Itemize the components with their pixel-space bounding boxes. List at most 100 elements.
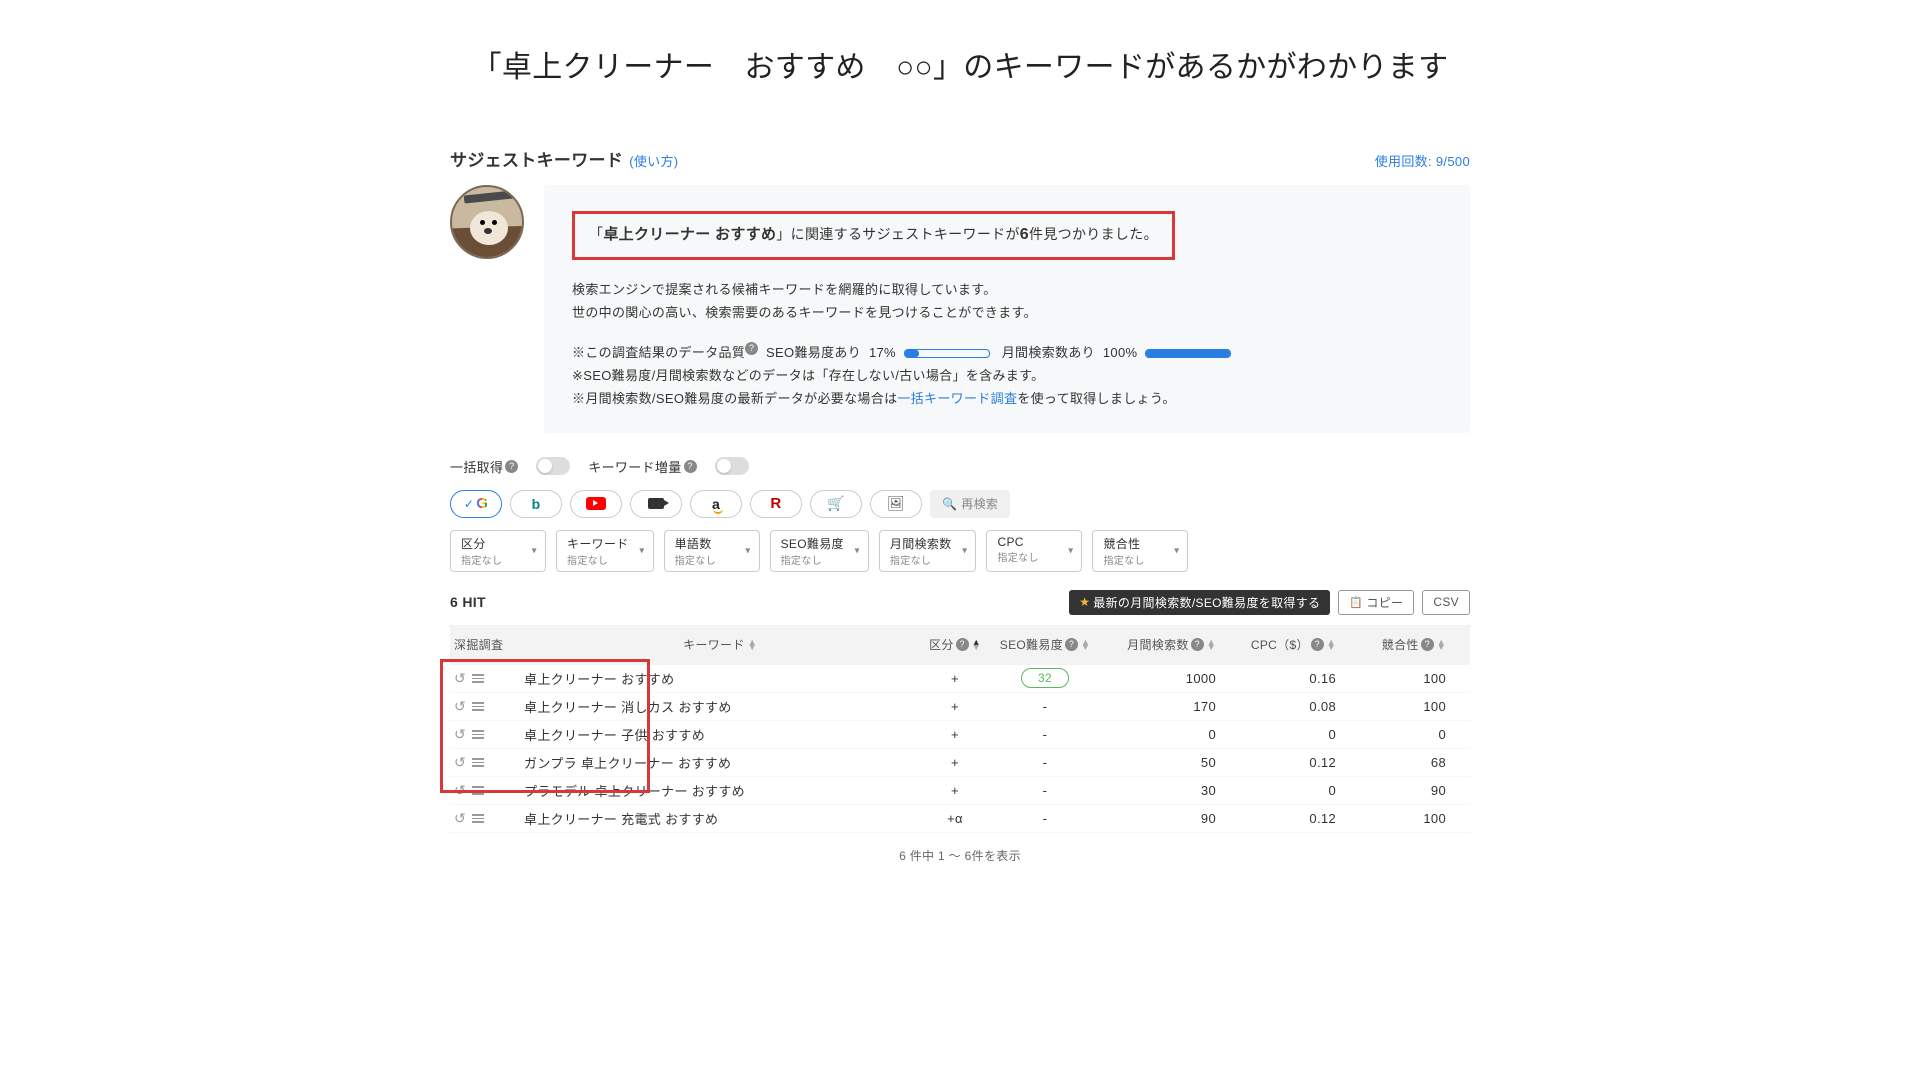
amplify-toggle[interactable] bbox=[715, 457, 749, 475]
help-icon[interactable]: ? bbox=[1311, 638, 1324, 651]
filter-cpc[interactable]: CPC指定なし bbox=[986, 530, 1082, 572]
filter-competition[interactable]: 競合性指定なし bbox=[1092, 530, 1188, 572]
help-icon[interactable]: ? bbox=[684, 460, 697, 473]
info-desc-2: 世の中の関心の高い、検索需要のあるキーワードを見つけることができます。 bbox=[572, 301, 1442, 324]
filter-keyword[interactable]: キーワード指定なし bbox=[556, 530, 654, 572]
menu-icon[interactable] bbox=[472, 758, 484, 767]
panel-header: サジェストキーワード (使い方) 使用回数: 9/500 bbox=[450, 146, 1470, 171]
rakuten-icon: R bbox=[770, 495, 781, 512]
refresh-icon[interactable] bbox=[454, 670, 466, 687]
engine-video[interactable] bbox=[630, 490, 682, 518]
google-icon: G bbox=[476, 495, 488, 512]
col-cpc[interactable]: CPC（$）?▲▼ bbox=[1220, 636, 1340, 653]
search-icon: 🔍 bbox=[942, 497, 957, 511]
help-icon[interactable]: ? bbox=[505, 460, 518, 473]
menu-icon[interactable] bbox=[472, 730, 484, 739]
keyword-cell[interactable]: 卓上クリーナー 消しカス おすすめ bbox=[520, 697, 920, 716]
refresh-icon[interactable] bbox=[454, 782, 466, 799]
filter-volume[interactable]: 月間検索数指定なし bbox=[879, 530, 977, 572]
engine-rakuten[interactable]: R bbox=[750, 490, 802, 518]
volume-cell: 30 bbox=[1100, 783, 1220, 798]
keyword-cell[interactable]: 卓上クリーナー 子供 おすすめ bbox=[520, 725, 920, 744]
filter-seo[interactable]: SEO難易度指定なし bbox=[770, 530, 869, 572]
menu-icon[interactable] bbox=[472, 674, 484, 683]
usage-counter: 使用回数: 9/500 bbox=[1375, 151, 1470, 170]
refresh-icon[interactable] bbox=[454, 698, 466, 715]
seo-cell: - bbox=[990, 699, 1100, 714]
refresh-icon[interactable] bbox=[454, 810, 466, 827]
help-icon[interactable]: ? bbox=[1191, 638, 1204, 651]
category-cell: + bbox=[920, 755, 990, 770]
re-search-button[interactable]: 🔍再検索 bbox=[930, 490, 1010, 518]
help-link[interactable]: (使い方) bbox=[629, 151, 678, 170]
volume-cell: 90 bbox=[1100, 811, 1220, 826]
col-volume[interactable]: 月間検索数?▲▼ bbox=[1100, 636, 1220, 653]
seo-cell: 32 bbox=[990, 668, 1100, 688]
table-row: 卓上クリーナー 消しカス おすすめ + - 170 0.08 100 bbox=[450, 693, 1470, 721]
filter-word-count[interactable]: 単語数指定なし bbox=[664, 530, 760, 572]
col-seo[interactable]: SEO難易度?▲▼ bbox=[990, 636, 1100, 653]
pagination-info: 6 件中 1 〜 6件を表示 bbox=[450, 847, 1470, 864]
menu-icon[interactable] bbox=[472, 786, 484, 795]
category-cell: + bbox=[920, 783, 990, 798]
col-deep: 深掘調査 bbox=[450, 636, 520, 653]
menu-icon[interactable] bbox=[472, 814, 484, 823]
refresh-icon[interactable] bbox=[454, 754, 466, 771]
seo-cell: - bbox=[990, 755, 1100, 770]
engine-google[interactable]: ✓G bbox=[450, 490, 502, 518]
engine-shopping[interactable]: 🛒 bbox=[810, 490, 862, 518]
cpc-cell: 0.12 bbox=[1220, 811, 1340, 826]
category-cell: + bbox=[920, 727, 990, 742]
video-icon bbox=[648, 498, 664, 509]
results-table: 深掘調査 キーワード▲▼ 区分?▲▼ SEO難易度?▲▼ 月間検索数?▲▼ CP… bbox=[450, 625, 1470, 833]
copy-button[interactable]: 📋コピー bbox=[1338, 590, 1414, 615]
bulk-toggle-label: 一括取得 bbox=[450, 457, 503, 476]
col-keyword[interactable]: キーワード▲▼ bbox=[520, 636, 920, 653]
help-icon[interactable]: ? bbox=[1065, 638, 1078, 651]
volume-cell: 50 bbox=[1100, 755, 1220, 770]
seo-diff-pct: 17% bbox=[869, 345, 896, 360]
info-desc-1: 検索エンジンで提案される候補キーワードを網羅的に取得しています。 bbox=[572, 278, 1442, 301]
csv-button[interactable]: CSV bbox=[1422, 590, 1470, 615]
category-cell: + bbox=[920, 699, 990, 714]
comp-cell: 0 bbox=[1340, 727, 1450, 742]
seo-cell: - bbox=[990, 727, 1100, 742]
keyword-cell[interactable]: 卓上クリーナー おすすめ bbox=[520, 669, 920, 688]
cpc-cell: 0.12 bbox=[1220, 755, 1340, 770]
table-row: 卓上クリーナー おすすめ + 32 1000 0.16 100 bbox=[450, 665, 1470, 693]
filter-category[interactable]: 区分指定なし bbox=[450, 530, 546, 572]
cpc-cell: 0.08 bbox=[1220, 699, 1340, 714]
cart-icon: 🛒 bbox=[827, 495, 845, 512]
keyword-cell[interactable]: 卓上クリーナー 充電式 おすすめ bbox=[520, 809, 920, 828]
help-icon[interactable]: ? bbox=[745, 342, 758, 355]
engine-amazon[interactable]: a bbox=[690, 490, 742, 518]
comp-cell: 100 bbox=[1340, 699, 1450, 714]
help-icon[interactable]: ? bbox=[956, 638, 969, 651]
col-category[interactable]: 区分?▲▼ bbox=[920, 636, 990, 653]
amazon-icon: a bbox=[712, 496, 720, 512]
seo-cell: - bbox=[990, 783, 1100, 798]
page-caption: 「卓上クリーナー おすすめ ○○」のキーワードがあるかがわかります bbox=[0, 0, 1920, 86]
comp-cell: 100 bbox=[1340, 671, 1450, 686]
menu-icon[interactable] bbox=[472, 702, 484, 711]
engine-youtube[interactable] bbox=[570, 490, 622, 518]
seo-diff-bar bbox=[904, 349, 990, 358]
help-icon[interactable]: ? bbox=[1421, 638, 1434, 651]
seo-cell: - bbox=[990, 811, 1100, 826]
bulk-research-link[interactable]: 一括キーワード調査 bbox=[897, 391, 1017, 406]
amplify-toggle-label: キーワード増量 bbox=[588, 457, 681, 476]
fetch-latest-button[interactable]: ★最新の月間検索数/SEO難易度を取得する bbox=[1069, 590, 1330, 615]
monthly-pct: 100% bbox=[1103, 345, 1138, 360]
category-cell: +α bbox=[920, 811, 990, 826]
copy-icon: 📋 bbox=[1349, 596, 1363, 609]
seo-diff-label: SEO難易度あり bbox=[766, 345, 861, 360]
engine-bing[interactable]: b bbox=[510, 490, 562, 518]
keyword-cell[interactable]: プラモデル 卓上クリーナー おすすめ bbox=[520, 781, 920, 800]
bulk-toggle[interactable] bbox=[536, 457, 570, 475]
cpc-cell: 0.16 bbox=[1220, 671, 1340, 686]
refresh-icon[interactable] bbox=[454, 726, 466, 743]
keyword-cell[interactable]: ガンプラ 卓上クリーナー おすすめ bbox=[520, 753, 920, 772]
engine-image[interactable]: 🖼 bbox=[870, 490, 922, 518]
monthly-label: 月間検索数あり bbox=[1002, 345, 1095, 360]
col-competition[interactable]: 競合性?▲▼ bbox=[1340, 636, 1450, 653]
